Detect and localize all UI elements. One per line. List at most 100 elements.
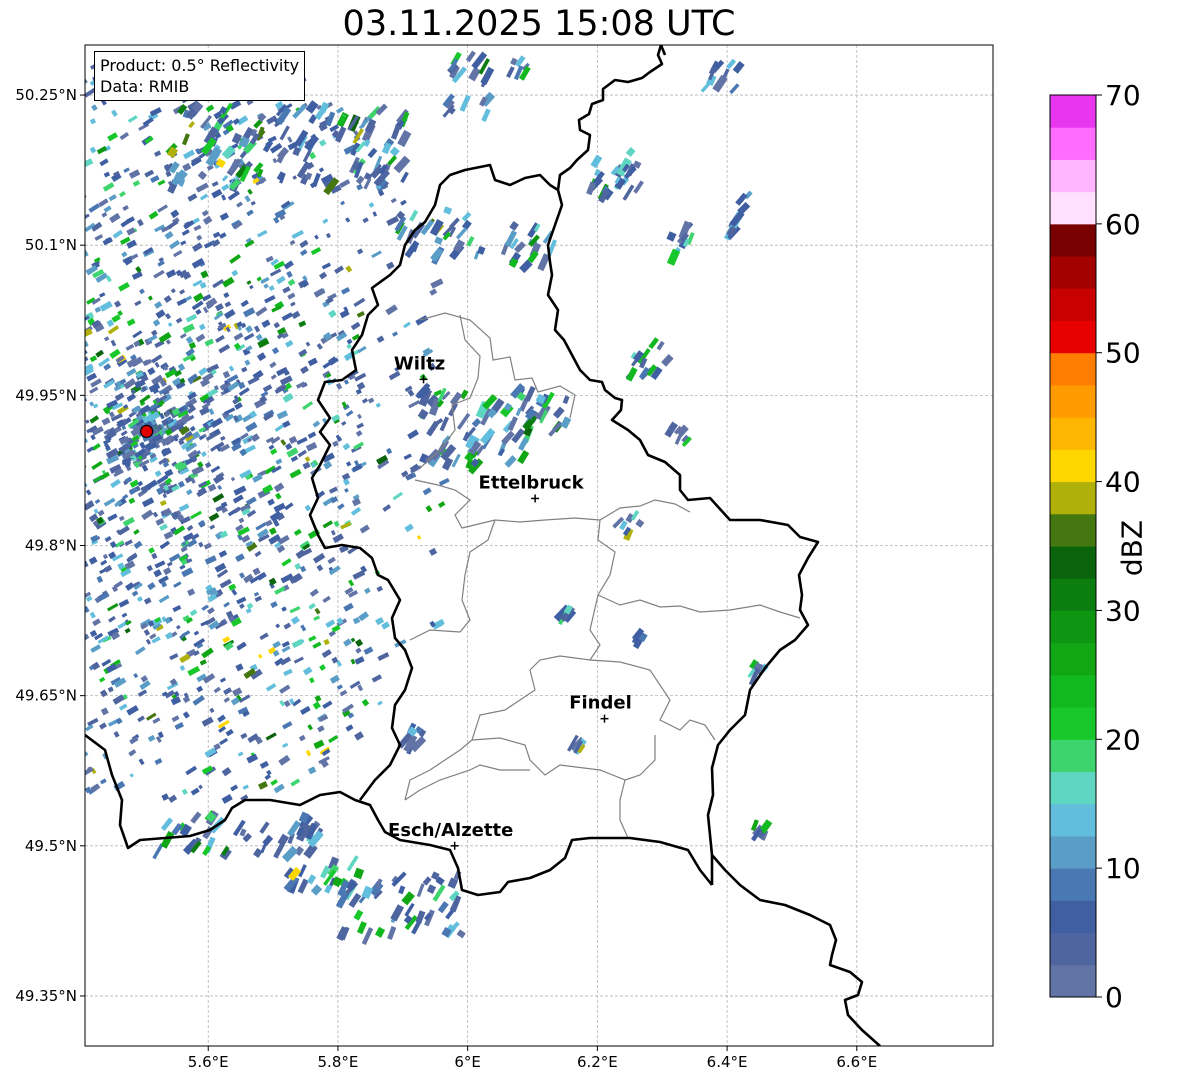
- echo-cell: [68, 414, 73, 419]
- echo-cell: [34, 322, 40, 329]
- echo-cell: [28, 620, 40, 630]
- echo-cell: [0, 380, 11, 389]
- echo-cell: [1, 677, 12, 686]
- echo-cell: [46, 462, 51, 468]
- colorbar-segment: [1050, 610, 1096, 644]
- echo-cell: [49, 148, 58, 156]
- echo-cell: [58, 114, 63, 119]
- echo-cell: [62, 105, 70, 113]
- echo-cell: [16, 512, 23, 519]
- echo-cell: [52, 499, 63, 509]
- echo-cell: [61, 763, 72, 772]
- echo-cell: [66, 579, 72, 584]
- echo-cell: [0, 342, 5, 349]
- echo-cell: [59, 355, 67, 362]
- echo-cell: [55, 421, 66, 430]
- echo-cell: [49, 629, 55, 635]
- echo-cell: [67, 414, 74, 420]
- echo-cell: [39, 180, 49, 188]
- echo-cell: [11, 498, 19, 505]
- echo-cell: [72, 610, 84, 620]
- echo-cell: [67, 480, 73, 486]
- echo-cell: [54, 467, 61, 474]
- echo-cell: [12, 640, 21, 648]
- echo-cell: [55, 212, 67, 222]
- echo-cell: [9, 465, 16, 472]
- echo-cell: [42, 173, 47, 178]
- colorbar-segment: [1050, 513, 1096, 547]
- echo-cell: [0, 449, 3, 455]
- echo-cell: [75, 733, 84, 741]
- colorbar-tick-label: 30: [1105, 594, 1141, 627]
- echo-cell: [38, 344, 45, 350]
- echo-cell: [53, 345, 63, 353]
- echo-cell: [51, 366, 59, 374]
- echo-cell: [66, 354, 74, 360]
- echo-cell: [30, 315, 41, 324]
- echo-cell: [68, 597, 77, 605]
- echo-cell: [52, 167, 63, 176]
- echo-cell: [0, 567, 2, 576]
- echo-cell: [28, 793, 35, 800]
- echo-cell: [16, 512, 23, 519]
- echo-cell: [43, 445, 53, 453]
- echo-cell: [24, 287, 35, 296]
- echo-cell: [38, 591, 43, 596]
- echo-cell: [42, 413, 48, 419]
- echo-cell: [23, 569, 29, 574]
- echo-cell: [62, 427, 67, 432]
- echo-cell: [7, 402, 13, 409]
- echo-cell: [45, 665, 56, 674]
- echo-cell: [67, 645, 75, 651]
- echo-cell: [0, 259, 6, 265]
- echo-cell: [43, 486, 52, 494]
- echo-cell: [63, 425, 71, 432]
- echo-cell: [1, 502, 7, 508]
- echo-cell: [45, 338, 58, 349]
- echo-cell: [43, 283, 53, 292]
- echo-cell: [6, 211, 14, 217]
- city-label: Wiltz: [394, 353, 445, 374]
- colorbar-segment: [1050, 868, 1096, 901]
- echo-cell: [28, 615, 35, 622]
- radar-map: 5.6°E 5.8°E 6°E 6.2°E 6.4°E 6.6°E 50.25°N 50.1°…: [0, 44, 1141, 1071]
- echo-cell: [12, 528, 19, 535]
- colorbar-segment: [1050, 223, 1096, 257]
- echo-cell: [61, 786, 69, 794]
- echo-cell: [4, 652, 14, 660]
- echo-cell: [23, 130, 34, 140]
- colorbar-segment: [1050, 707, 1096, 740]
- echo-cell: [61, 586, 70, 595]
- lat-tick-label: 50.1°N: [25, 236, 77, 254]
- echo-cell: [7, 459, 12, 464]
- echo-cell: [0, 477, 5, 488]
- echo-cell: [47, 185, 55, 192]
- echo-cell: [55, 64, 64, 73]
- echo-cell: [60, 488, 69, 497]
- echo-cell: [15, 339, 20, 343]
- echo-cell: [50, 296, 61, 305]
- echo-cell: [4, 493, 11, 500]
- echo-cell: [6, 211, 14, 217]
- lat-tick-label: 49.5°N: [25, 837, 77, 855]
- echo-cell: [69, 615, 77, 622]
- echo-cell: [27, 222, 39, 232]
- echo-cell: [35, 635, 45, 644]
- echo-cell: [24, 500, 31, 507]
- echo-cell: [0, 122, 8, 130]
- colorbar-segment: [1050, 449, 1096, 483]
- colorbar-tick-label: 50: [1105, 337, 1141, 370]
- echo-cell: [63, 292, 73, 299]
- echo-cell: [62, 227, 69, 234]
- echo-cell: [5, 312, 17, 322]
- echo-cell: [2, 669, 8, 676]
- echo-cell: [15, 484, 23, 492]
- echo-cell: [50, 351, 61, 361]
- echo-cell: [48, 118, 54, 124]
- echo-cell: [70, 215, 78, 222]
- echo-cell: [63, 504, 74, 512]
- echo-cell: [0, 660, 4, 666]
- echo-cell: [32, 430, 41, 437]
- echo-cell: [10, 368, 19, 376]
- echo-cell: [45, 338, 58, 349]
